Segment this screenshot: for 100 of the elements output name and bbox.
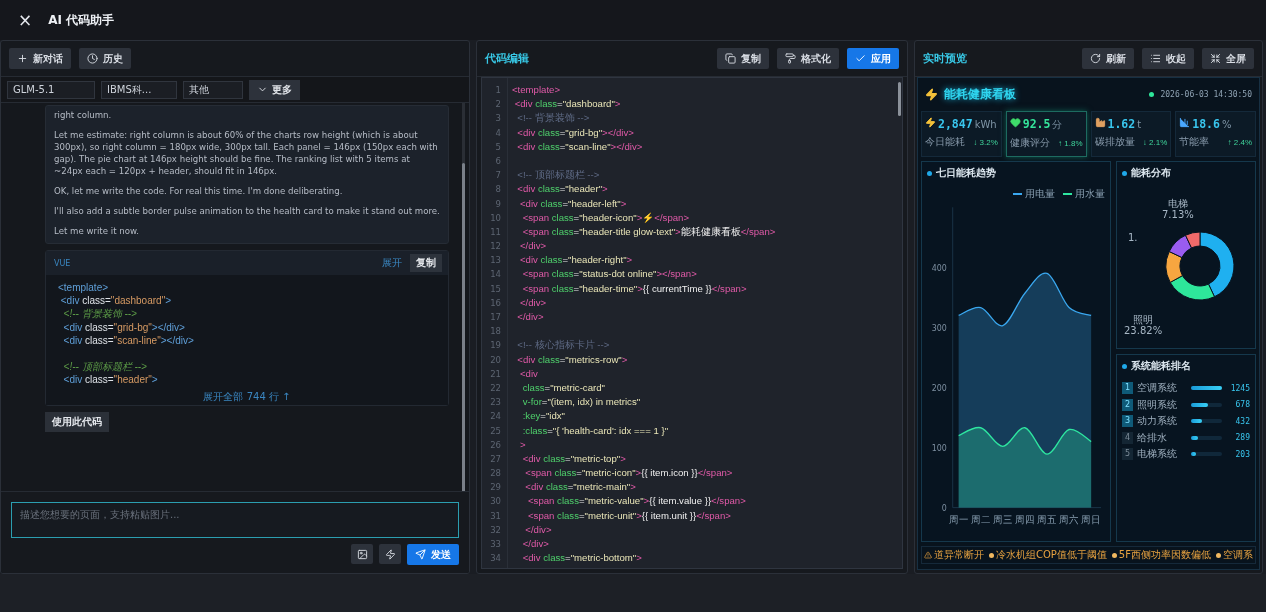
x-tick-label: 周四: [1015, 514, 1035, 526]
scrollbar-thumb[interactable]: [462, 163, 465, 491]
copy-button[interactable]: 复制: [410, 254, 442, 272]
metric-change: ↑ 2.4%: [1227, 137, 1252, 147]
alert-text: 5F西侧功率因数偏低: [1111, 548, 1211, 562]
line-number: 16: [490, 296, 501, 310]
rank-number: 3: [1122, 415, 1133, 427]
lightning-button[interactable]: [379, 544, 401, 564]
metric-change: ↑ 1.8%: [1058, 138, 1083, 148]
close-button[interactable]: ×: [14, 10, 37, 30]
alert-text: 空调系: [1215, 548, 1253, 562]
rank-number: 5: [1122, 448, 1133, 460]
code-line: </div>: [519, 239, 548, 254]
metric-unit: %: [1221, 119, 1232, 130]
line-number: 6: [495, 154, 501, 168]
scrollbar-thumb[interactable]: [898, 82, 901, 116]
code-line: <!-- 背景装饰 -->: [62, 307, 138, 321]
alert-text: 道异常断开: [924, 548, 984, 562]
line-number: 33: [490, 538, 501, 551]
system-name: 给排水: [1137, 430, 1168, 445]
line-number: 18: [490, 325, 501, 339]
line-number: 34: [490, 552, 501, 566]
x-tick-label: 周二: [971, 514, 991, 526]
metric-value: 1.62: [1107, 117, 1136, 131]
more-button[interactable]: 更多: [249, 79, 300, 100]
code-line: <span class="header-icon">⚡</span>: [521, 210, 690, 225]
dashboard-title: 能耗健康看板: [944, 86, 1016, 103]
history-button[interactable]: 历史: [79, 48, 131, 69]
clock-icon: [87, 53, 98, 64]
line-number: 12: [490, 240, 501, 254]
expand-link[interactable]: 展开: [382, 256, 402, 270]
alert-dot: [989, 552, 994, 558]
system-value: 203: [1234, 449, 1250, 459]
metric-unit: t: [1137, 119, 1142, 130]
metric-label: 健康评分: [1009, 136, 1050, 150]
code-line: <span class="metric-unit">{{ item.unit }}</span>: [527, 508, 732, 523]
code-line: <div class="scan-line"></div>: [62, 333, 195, 347]
code-line: class="metric-card": [521, 380, 606, 395]
code-line: <div class="dashboard">: [59, 294, 173, 308]
lightning-icon: [925, 88, 938, 101]
code-line: <!-- 核心指标卡片 -->: [516, 338, 611, 353]
use-code-button[interactable]: 使用此代码: [45, 411, 109, 432]
select-field[interactable]: GLM-5.1: [7, 80, 95, 99]
system-value: 432: [1234, 416, 1250, 426]
code-line: <div class="header">: [62, 373, 159, 387]
metric-label: 今日能耗: [925, 135, 965, 149]
rank-number: 4: [1122, 431, 1133, 444]
select-field[interactable]: 其他: [183, 80, 243, 99]
send-icon: [415, 549, 426, 560]
line-number: 3: [495, 112, 501, 126]
metric-unit: 分: [1052, 118, 1063, 132]
alert-dot: [1111, 552, 1117, 558]
code-line: <div class="header-right">: [519, 253, 634, 268]
refresh-button[interactable]: 刷新: [1082, 48, 1134, 69]
code-line: <div class="grid-bg"></div>: [516, 125, 635, 140]
code-line: >: [519, 437, 527, 452]
alert-dot: [1215, 552, 1221, 558]
send-button[interactable]: 发送: [407, 544, 459, 565]
line-number: 15: [490, 282, 501, 296]
line-number: 26: [490, 438, 501, 452]
copy-icon: [725, 53, 736, 64]
select-field[interactable]: IBMS科...: [101, 80, 177, 99]
code-line: <template>: [512, 83, 561, 97]
fullscreen-button[interactable]: 全屏: [1202, 48, 1254, 69]
line-number: 25: [490, 424, 501, 438]
x-tick-label: 周五: [1037, 514, 1057, 526]
y-tick-label: 300: [931, 322, 947, 333]
new-chat-button[interactable]: 新对话: [9, 48, 71, 69]
expand-all-link[interactable]: 展开全部 744 行 ↑: [203, 389, 291, 404]
y-tick-label: 200: [931, 382, 947, 393]
line-number: 17: [490, 311, 501, 324]
panel-title: 实时预览: [923, 51, 967, 66]
chart-title: 系统能耗排名: [1122, 359, 1250, 373]
line-number: 30: [490, 495, 501, 509]
line-number: 19: [490, 339, 501, 353]
refresh-icon: [1090, 53, 1101, 64]
system-name: 动力系统: [1137, 414, 1178, 428]
metric-value: 2,847: [938, 117, 973, 131]
rank-number: 2: [1122, 398, 1133, 411]
code-line: <div class="metric-top">: [521, 451, 627, 466]
code-line: <div class="metrics-row">: [516, 352, 629, 367]
code-line: <div class="metric-main">: [524, 480, 637, 495]
code-line: </div>: [519, 295, 548, 310]
collapse-button[interactable]: 收起: [1142, 48, 1194, 69]
image-icon: [356, 548, 368, 560]
lightning-icon: [925, 117, 936, 128]
prompt-input[interactable]: 描述您想要的页面，支持粘贴图片...: [11, 502, 459, 538]
code-line: <span class="metric-icon">{{ item.icon }}</span>: [524, 466, 734, 481]
copy-button[interactable]: 复制: [717, 48, 769, 69]
code-editor[interactable]: [481, 77, 903, 569]
x-tick-label: 周一: [948, 514, 969, 526]
code-line: v-for="(item, idx) in metrics": [521, 395, 642, 410]
image-button[interactable]: [351, 544, 373, 564]
code-line: <div class="metric-bottom">: [521, 551, 643, 566]
apply-button[interactable]: 应用: [847, 48, 899, 69]
system-value: 678: [1234, 400, 1250, 409]
rank-number: 1: [1122, 382, 1133, 394]
code-line: <!-- 顶部标题栏 -->: [62, 360, 148, 374]
format-button[interactable]: 格式化: [777, 48, 839, 69]
metric-change: ↓ 3.2%: [973, 137, 998, 147]
